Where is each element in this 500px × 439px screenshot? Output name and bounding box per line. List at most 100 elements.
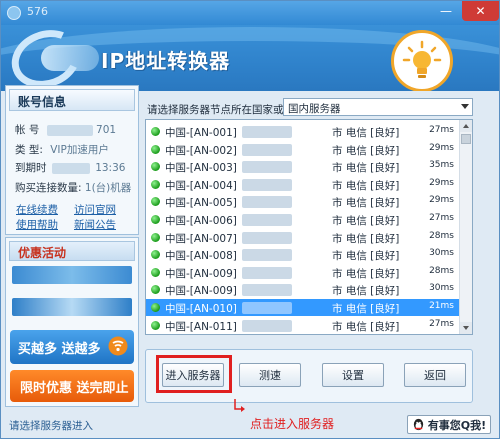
- server-name: 中国-[AN-010]: [165, 303, 237, 315]
- back-button[interactable]: 返回: [404, 363, 466, 387]
- annotation-arrow-icon: [234, 399, 245, 412]
- server-row[interactable]: 中国-[AN-005] 市 电信 [良好] 29ms: [146, 193, 460, 210]
- title-bar[interactable]: 576 — ✕: [1, 1, 499, 25]
- server-row[interactable]: 中国-[AN-006] 市 电信 [良好] 27ms: [146, 211, 460, 228]
- buy-more-banner[interactable]: 买越多 送越多: [10, 330, 134, 364]
- server-latency: 27ms: [429, 318, 454, 329]
- server-isp-status: 市 电信 [良好]: [332, 127, 400, 139]
- username-suffix: 701: [96, 124, 117, 136]
- server-isp-status: 市 电信 [良好]: [332, 285, 400, 298]
- expiry-row: 到期时 13:36: [15, 160, 125, 175]
- server-name: 中国-[AN-002]: [165, 144, 237, 157]
- server-name: 中国-[AN-008]: [165, 250, 237, 263]
- help-link[interactable]: 使用帮助: [16, 217, 58, 232]
- username-label: 帐 号: [15, 124, 40, 136]
- scroll-down-arrow[interactable]: [460, 322, 472, 334]
- server-isp-status: 市 电信 [良好]: [332, 232, 400, 245]
- server-location-masked: [242, 319, 292, 332]
- list-scrollbar[interactable]: [459, 120, 472, 334]
- server-row[interactable]: 中国-[AN-002] 市 电信 [良好] 29ms: [146, 141, 460, 158]
- server-location-masked: [242, 214, 292, 226]
- status-dot-icon: [151, 267, 160, 277]
- server-latency: 28ms: [429, 230, 454, 241]
- server-location-masked: [242, 284, 292, 297]
- server-isp-status: 市 电信 [良好]: [332, 162, 400, 175]
- server-latency: 21ms: [429, 301, 454, 311]
- expiry-suffix: 13:36: [95, 162, 126, 174]
- status-dot-icon: [151, 250, 160, 260]
- region-dropdown[interactable]: 国内服务器: [283, 98, 473, 116]
- close-button[interactable]: ✕: [462, 1, 499, 21]
- server-row[interactable]: 中国-[AN-011] 市 电信 [良好] 27ms: [146, 317, 460, 334]
- server-location-masked: [242, 178, 292, 191]
- chevron-down-icon: [461, 104, 469, 109]
- status-dot-icon: [151, 179, 160, 189]
- server-latency: 27ms: [429, 125, 454, 135]
- server-location-masked: [242, 231, 292, 244]
- server-name: 中国-[AN-004]: [165, 179, 237, 192]
- server-isp-status: 市 电信 [良好]: [332, 144, 400, 157]
- lightbulb-icon: [391, 30, 453, 91]
- server-row[interactable]: 中国-[AN-001] 市 电信 [良好] 27ms: [146, 123, 460, 140]
- server-list[interactable]: 中国-[AN-001] 市 电信 [良好] 27ms 中国-[AN-002] 市 电信 …: [145, 119, 473, 335]
- promo-banner[interactable]: [12, 298, 132, 316]
- account-type-label: 类 型:: [15, 144, 43, 156]
- server-row[interactable]: 中国-[AN-010] 市 电信 [良好] 21ms: [146, 299, 460, 316]
- promo-box: 优惠活动 买越多 送越多 限时优惠 送完即止: [5, 237, 139, 407]
- server-isp-status: 市 电信 [良好]: [332, 179, 400, 192]
- server-location-masked: [242, 302, 292, 314]
- promo-banner[interactable]: [12, 266, 132, 284]
- limited-offer-banner[interactable]: 限时优惠 送完即止: [10, 370, 134, 402]
- status-dot-icon: [151, 232, 160, 242]
- region-selected-value: 国内服务器: [288, 103, 341, 115]
- status-dot-icon: [151, 320, 160, 330]
- server-isp-status: 市 电信 [良好]: [332, 320, 400, 333]
- purchase-label: 购买连接数量:: [15, 182, 82, 194]
- server-isp-status: 市 电信 [良好]: [332, 250, 400, 263]
- buy-more-text: 买越多 送越多: [18, 342, 101, 357]
- username-masked: [46, 124, 93, 136]
- server-latency: 35ms: [429, 160, 454, 171]
- server-row[interactable]: 中国-[AN-009] 市 电信 [良好] 28ms: [146, 264, 460, 281]
- scroll-up-arrow[interactable]: [460, 120, 472, 132]
- promo-heading: 优惠活动: [9, 241, 135, 261]
- header-banner: IP地址转换器: [1, 25, 499, 91]
- account-info-heading: 账号信息: [9, 89, 135, 111]
- wifi-icon: [108, 336, 128, 360]
- speed-test-button[interactable]: 测速: [239, 363, 301, 387]
- server-name: 中国-[AN-006]: [165, 215, 237, 227]
- settings-button[interactable]: 设置: [322, 363, 384, 387]
- minimize-button[interactable]: —: [432, 1, 460, 21]
- server-row[interactable]: 中国-[AN-008] 市 电信 [良好] 30ms: [146, 246, 460, 263]
- scroll-thumb[interactable]: [461, 134, 471, 144]
- server-location-masked: [242, 161, 292, 174]
- account-type-row: 类 型: VIP加速用户: [15, 142, 109, 157]
- server-name: 中国-[AN-005]: [165, 197, 237, 210]
- server-row[interactable]: 中国-[AN-004] 市 电信 [良好] 29ms: [146, 176, 460, 193]
- limited-offer-text: 限时优惠 送完即止: [20, 381, 129, 396]
- news-link[interactable]: 新闻公告: [74, 217, 116, 232]
- server-name: 中国-[AN-001]: [165, 127, 237, 139]
- server-name: 中国-[AN-007]: [165, 232, 237, 245]
- server-isp-status: 市 电信 [良好]: [332, 215, 400, 227]
- logo-mark: [41, 45, 99, 71]
- status-dot-icon: [151, 303, 160, 312]
- left-panel: 账号信息 帐 号 701 类 型: VIP加速用户 到期时 13:36 购买连接…: [5, 85, 139, 410]
- server-name: 中国-[AN-009]: [165, 285, 237, 298]
- official-site-link[interactable]: 访问官网: [74, 202, 116, 217]
- expiry-label: 到期时: [15, 162, 47, 174]
- status-dot-icon: [151, 144, 160, 154]
- app-icon: [7, 6, 21, 20]
- server-row[interactable]: 中国-[AN-007] 市 电信 [良好] 28ms: [146, 229, 460, 246]
- username-row: 帐 号 701: [15, 122, 116, 137]
- qq-contact-button[interactable]: 有事您Q我!: [407, 415, 491, 434]
- server-location-masked: [242, 126, 292, 138]
- purchase-row: 购买连接数量: 1(台)机器: [15, 180, 131, 195]
- purchase-value: 1(台)机器: [84, 182, 132, 194]
- server-row[interactable]: 中国-[AN-003] 市 电信 [良好] 35ms: [146, 158, 460, 175]
- server-location-masked: [242, 143, 292, 156]
- qq-penguin-icon: [413, 418, 423, 431]
- server-row[interactable]: 中国-[AN-009] 市 电信 [良好] 30ms: [146, 281, 460, 298]
- renew-link[interactable]: 在线续费: [16, 202, 58, 217]
- status-dot-icon: [151, 215, 160, 224]
